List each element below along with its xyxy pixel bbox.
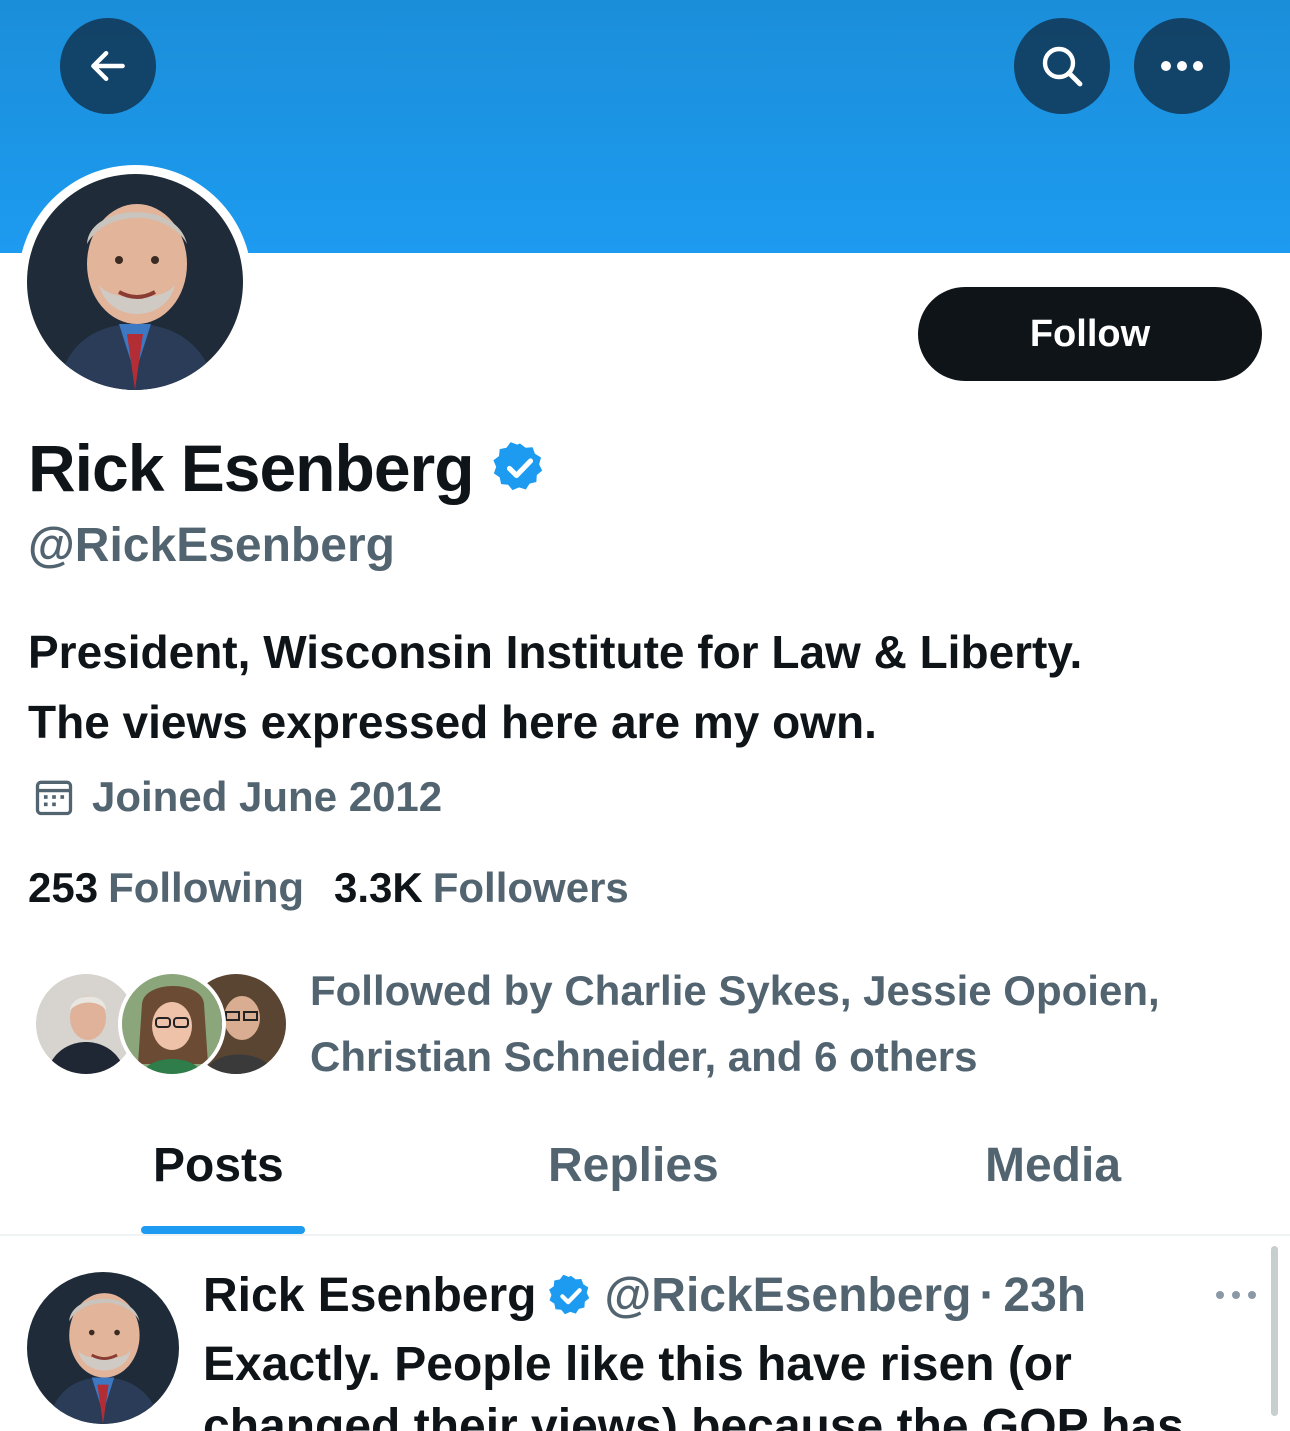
followed-by-line: Followed by Charlie Sykes, Jessie Opoien…: [310, 967, 1160, 1014]
more-horizontal-icon: [1161, 61, 1203, 71]
display-name: Rick Esenberg: [28, 431, 475, 505]
avatar-image: [27, 174, 243, 390]
tab-media[interactable]: Media: [985, 1138, 1121, 1193]
follow-button[interactable]: Follow: [918, 287, 1262, 381]
profile-tabs: Posts Replies Media: [0, 1110, 1290, 1236]
verified-badge-icon: [492, 442, 542, 491]
more-options-button[interactable]: [1134, 18, 1230, 114]
following-label: Following: [108, 864, 305, 911]
followers-link[interactable]: 3.3K Followers: [334, 864, 629, 912]
post-header: Rick Esenberg @RickEsenberg · 23h: [203, 1268, 1086, 1323]
following-count: 253: [28, 864, 99, 911]
arrow-left-icon: [91, 50, 125, 82]
profile-handle: @RickEsenberg: [28, 519, 395, 572]
profile-avatar[interactable]: [18, 165, 252, 399]
calendar-icon: [35, 780, 73, 816]
bio-line: President, Wisconsin Institute for Law &…: [28, 626, 1083, 678]
post-more-icon[interactable]: [1214, 1288, 1258, 1302]
joined-text: Joined June 2012: [92, 773, 443, 820]
post-separator: ·: [979, 1269, 996, 1322]
following-link[interactable]: 253 Following: [28, 864, 304, 912]
profile-name-row: Rick Esenberg: [28, 430, 548, 506]
tab-posts[interactable]: Posts: [153, 1138, 284, 1193]
post-text-line: changed their views) because the GOP has: [203, 1400, 1184, 1431]
follower-avatar: [118, 970, 226, 1078]
followers-count: 3.3K: [334, 864, 423, 911]
post-item[interactable]: Rick Esenberg @RickEsenberg · 23h Exactl…: [0, 1236, 1290, 1431]
profile-bio: President, Wisconsin Institute for Law &…: [28, 617, 1268, 757]
bio-line: The views expressed here are my own.: [28, 696, 877, 748]
followers-label: Followers: [432, 864, 629, 911]
post-text-line: Exactly. People like this have risen (or: [203, 1338, 1072, 1391]
scrollbar[interactable]: [1271, 1246, 1278, 1416]
post-author-name[interactable]: Rick Esenberg: [203, 1268, 536, 1323]
joined-date: Joined June 2012: [32, 773, 442, 821]
profile-stats: 253 Following 3.3K Followers: [28, 864, 629, 912]
post-timestamp[interactable]: 23h: [1003, 1268, 1086, 1323]
back-button[interactable]: [60, 18, 156, 114]
followed-by-text: Followed by Charlie Sykes, Jessie Opoien…: [310, 958, 1270, 1090]
post-text: Exactly. People like this have risen (or…: [203, 1334, 1263, 1431]
search-button[interactable]: [1014, 18, 1110, 114]
active-tab-indicator: [141, 1226, 305, 1234]
followed-by-line: Christian Schneider, and 6 others: [310, 1033, 978, 1080]
post-author-handle[interactable]: @RickEsenberg: [604, 1268, 971, 1323]
tab-replies[interactable]: Replies: [548, 1138, 719, 1193]
verified-badge-icon: [549, 1274, 590, 1314]
post-author-avatar[interactable]: [27, 1272, 179, 1424]
search-icon: [1042, 46, 1083, 87]
